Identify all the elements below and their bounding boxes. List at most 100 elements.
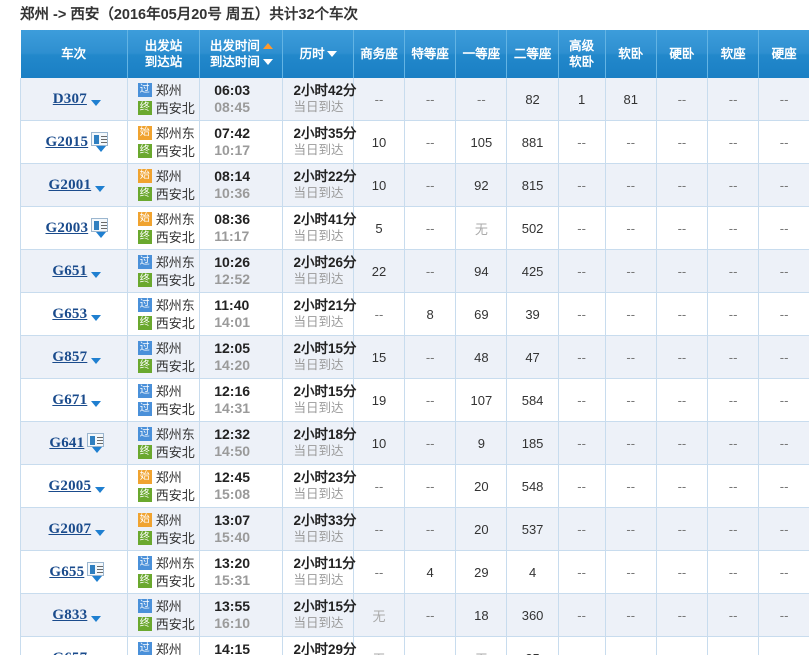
cell-train-no[interactable]: G671 (20, 378, 128, 422)
depart-time: 08:14 (214, 168, 251, 184)
sort-descending-icon[interactable] (326, 51, 337, 57)
sort-arrive-time[interactable]: 到达时间 (210, 54, 273, 70)
column-header-train-no[interactable]: 车次 (20, 30, 128, 78)
train-number-link[interactable]: G2005 (49, 478, 92, 495)
column-header-first-class-seat[interactable]: 一等座 (455, 30, 508, 78)
column-header-soft-seat[interactable]: 软座 (707, 30, 760, 78)
column-header-hard-seat[interactable]: 硬座 (758, 30, 809, 78)
duration-value: 2小时26分 (293, 255, 357, 270)
column-header-times[interactable]: 出发时间 到达时间 (199, 30, 284, 78)
arrive-time: 16:10 (214, 615, 251, 631)
cell-business-seat: 22 (353, 249, 406, 293)
cell-train-no[interactable]: G653 (20, 292, 128, 336)
seat-availability-first-class-seat: 18 (474, 607, 489, 623)
train-number-link[interactable]: G2007 (49, 521, 92, 538)
table-row[interactable]: G671 过郑州过西安北 12:16 14:31 2小时15分 当日到达 19 -- 107 58… (20, 378, 809, 422)
train-detail-icon[interactable] (91, 132, 109, 146)
cell-second-class-seat: 502 (506, 206, 559, 250)
train-number-link[interactable]: G641 (49, 435, 84, 452)
seat-availability-business-seat: -- (374, 91, 384, 107)
chevron-down-icon[interactable] (91, 315, 102, 321)
chevron-down-icon[interactable] (91, 272, 102, 278)
sort-ascending-icon[interactable] (262, 43, 273, 49)
arrive-time: 10:17 (214, 142, 251, 158)
cell-train-no[interactable]: G2005 (20, 464, 128, 508)
cell-business-seat: 19 (353, 378, 406, 422)
chevron-down-icon[interactable] (95, 146, 106, 152)
duration-value: 2小时22分 (293, 169, 357, 184)
chevron-down-icon[interactable] (91, 358, 102, 364)
cell-train-no[interactable]: G655 (20, 550, 128, 594)
station-passing-badge-icon: 过 (137, 384, 152, 398)
chevron-down-icon[interactable] (95, 232, 106, 238)
sort-descending-icon[interactable] (262, 59, 273, 65)
seat-availability-business-seat: -- (374, 306, 384, 322)
cell-train-no[interactable]: G833 (20, 593, 128, 637)
train-number-link[interactable]: G857 (52, 349, 87, 366)
table-row[interactable]: G2007 始郑州终西安北 13:07 15:40 2小时33分 当日到达 -- -- 20 53… (20, 507, 809, 551)
train-number-link[interactable]: G2015 (46, 134, 89, 151)
cell-train-no[interactable]: G2015 (20, 120, 128, 164)
table-row[interactable]: G857 过郑州终西安北 12:05 14:20 2小时15分 当日到达 15 -- 48 47-… (20, 335, 809, 379)
column-header-second-class-seat[interactable]: 二等座 (506, 30, 559, 78)
train-number-link[interactable]: G833 (52, 607, 87, 624)
train-detail-icon[interactable] (87, 433, 105, 447)
chevron-down-icon[interactable] (90, 100, 101, 106)
seat-availability-hard-seat: -- (779, 392, 789, 408)
chevron-down-icon[interactable] (95, 487, 106, 493)
cell-train-no[interactable]: G651 (20, 249, 128, 293)
chevron-down-icon[interactable] (91, 576, 102, 582)
column-header-premium-seat[interactable]: 特等座 (404, 30, 457, 78)
train-number-link[interactable]: G651 (52, 263, 87, 280)
chevron-down-icon[interactable] (91, 447, 102, 453)
cell-train-no[interactable]: G857 (20, 335, 128, 379)
column-header-soft-sleeper[interactable]: 软卧 (605, 30, 657, 78)
arrive-time: 14:01 (214, 314, 251, 330)
seat-availability-second-class-seat: 4 (528, 564, 537, 580)
column-header-duration[interactable]: 历时 (282, 30, 354, 78)
column-header-deluxe-soft-sleeper[interactable]: 高级 软卧 (558, 30, 606, 78)
train-detail-icon[interactable] (91, 218, 109, 232)
seat-availability-first-class-seat: 29 (474, 564, 489, 580)
station-passing-badge-icon: 过 (137, 83, 152, 97)
table-row[interactable]: D307 过郑州终西安北 06:03 08:45 2小时42分 当日到达 -- -- -- 82 1… (20, 78, 809, 121)
chevron-down-icon[interactable] (95, 530, 106, 536)
cell-business-seat: 10 (353, 421, 406, 465)
chevron-down-icon[interactable] (91, 401, 102, 407)
table-row[interactable]: G651 过郑州东终西安北 10:26 12:52 2小时26分 当日到达 22 -- 94 42… (20, 249, 809, 293)
train-number-link[interactable]: G655 (49, 564, 84, 581)
table-row[interactable]: G2001 始郑州终西安北 08:14 10:36 2小时22分 当日到达 10 -- 92 81… (20, 163, 809, 207)
column-header-business-seat[interactable]: 商务座 (353, 30, 406, 78)
cell-train-no[interactable]: G2003 (20, 206, 128, 250)
table-row[interactable]: G2003 始郑州东终西安北 08:36 11:17 2小时41分 当日到达 5 -- 无 502… (20, 206, 809, 250)
sort-depart-time[interactable]: 出发时间 (210, 38, 273, 54)
train-number-link[interactable]: G653 (52, 306, 87, 323)
table-row[interactable]: G655 过郑州东终西安北 13:20 15:31 2小时11分 当日到达 -- 4 29 4 --… (20, 550, 809, 594)
seat-availability-first-class-seat: 20 (474, 478, 489, 494)
column-header-hard-sleeper[interactable]: 硬卧 (656, 30, 709, 78)
train-number-link[interactable]: D307 (53, 91, 87, 108)
table-row[interactable]: G2015 始郑州东终西安北 07:42 10:17 2小时35分 当日到达 10 -- 105… (20, 120, 809, 164)
table-row[interactable]: G641 过郑州东终西安北 12:32 14:50 2小时18分 当日到达 10 -- 9 185… (20, 421, 809, 465)
station-terminal-badge-icon: 终 (137, 488, 152, 502)
cell-train-no[interactable]: G2007 (20, 507, 128, 551)
depart-station-line: 始郑州东 (137, 211, 195, 228)
train-detail-icon[interactable] (87, 562, 105, 576)
table-row[interactable]: G2005 始郑州终西安北 12:45 15:08 2小时23分 当日到达 -- -- 20 54… (20, 464, 809, 508)
chevron-down-icon[interactable] (91, 616, 102, 622)
cell-first-class-seat: 20 (455, 507, 508, 551)
table-row[interactable]: G653 过郑州东终西安北 11:40 14:01 2小时21分 当日到达 -- 8 69 39-… (20, 292, 809, 336)
table-row[interactable]: G833 过郑州终西安北 13:55 16:10 2小时15分 当日到达无 -- 18 360-… (20, 593, 809, 637)
column-header-stations[interactable]: 出发站 到达站 (127, 30, 201, 78)
chevron-down-icon[interactable] (95, 186, 106, 192)
seat-availability-business-seat: 22 (371, 263, 387, 279)
cell-train-no[interactable]: G641 (20, 421, 128, 465)
train-number-link[interactable]: G2003 (46, 220, 89, 237)
train-number-link[interactable]: G2001 (49, 177, 92, 194)
cell-stations: 过郑州终西安北 (127, 335, 201, 379)
cell-train-no[interactable]: G2001 (20, 163, 128, 207)
column-label-hard-sleeper: 硬卧 (669, 46, 695, 61)
cell-train-no[interactable]: D307 (20, 78, 128, 121)
station-terminal-badge-icon: 终 (137, 273, 152, 287)
train-number-link[interactable]: G671 (52, 392, 87, 409)
